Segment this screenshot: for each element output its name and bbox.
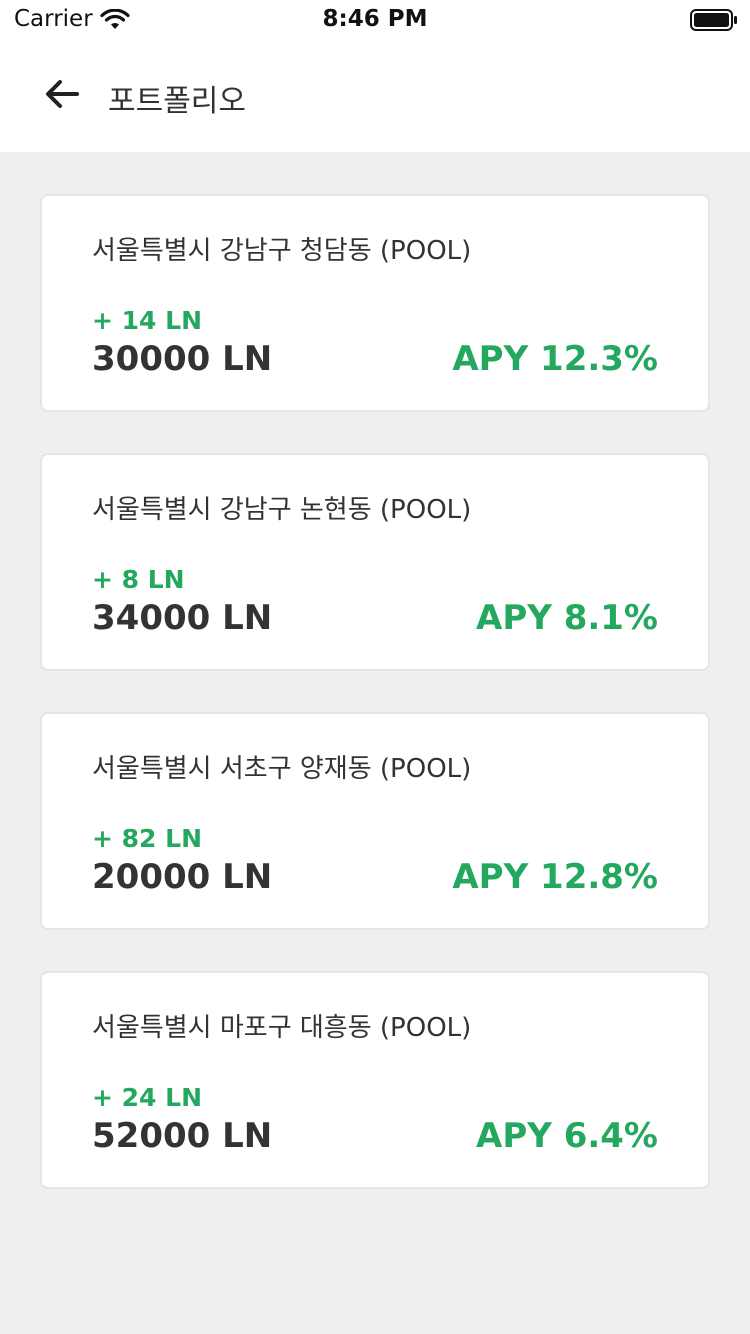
- pool-name: 서울특별시 강남구 청담동 (POOL): [92, 236, 472, 266]
- pool-amount: 52000 LN: [92, 1116, 273, 1156]
- pool-card[interactable]: 서울특별시 강남구 청담동 (POOL) + 14 LN 30000 LN AP…: [40, 194, 710, 412]
- nav-bar: 포트폴리오: [0, 40, 750, 152]
- pool-change: + 8 LN: [92, 565, 185, 594]
- pool-name: 서울특별시 서초구 양재동 (POOL): [92, 754, 472, 784]
- battery-full-icon: [690, 9, 738, 35]
- back-button[interactable]: [38, 72, 86, 120]
- pool-change: + 82 LN: [92, 824, 202, 853]
- portfolio-list: 서울특별시 강남구 청담동 (POOL) + 14 LN 30000 LN AP…: [40, 194, 710, 1230]
- arrow-left-icon: [44, 79, 80, 113]
- pool-amount: 34000 LN: [92, 598, 273, 638]
- pool-name: 서울특별시 강남구 논현동 (POOL): [92, 495, 472, 525]
- pool-apy: APY 8.1%: [476, 598, 658, 638]
- pool-change: + 24 LN: [92, 1083, 202, 1112]
- status-time: 8:46 PM: [322, 6, 428, 32]
- pool-amount: 30000 LN: [92, 339, 273, 379]
- status-bar: Carrier 8:46 PM: [0, 0, 750, 40]
- pool-amount: 20000 LN: [92, 857, 273, 897]
- pool-apy: APY 12.3%: [452, 339, 658, 379]
- pool-name: 서울특별시 마포구 대흥동 (POOL): [92, 1013, 472, 1043]
- page-title: 포트폴리오: [108, 84, 246, 119]
- pool-card[interactable]: 서울특별시 마포구 대흥동 (POOL) + 24 LN 52000 LN AP…: [40, 971, 710, 1189]
- pool-change: + 14 LN: [92, 306, 202, 335]
- pool-card[interactable]: 서울특별시 강남구 논현동 (POOL) + 8 LN 34000 LN APY…: [40, 453, 710, 671]
- pool-apy: APY 6.4%: [476, 1116, 658, 1156]
- pool-card[interactable]: 서울특별시 서초구 양재동 (POOL) + 82 LN 20000 LN AP…: [40, 712, 710, 930]
- pool-apy: APY 12.8%: [452, 857, 658, 897]
